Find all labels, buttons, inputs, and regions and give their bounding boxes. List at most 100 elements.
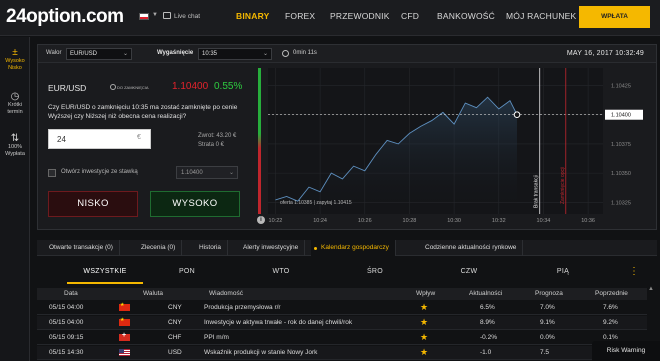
- asset-name: EUR/USD: [48, 83, 87, 93]
- impact-star-icon: ★: [420, 347, 429, 357]
- impact-star-icon: ★: [420, 302, 429, 312]
- cell-news: Produkcja przemysłowa r/r: [204, 304, 281, 311]
- y-tick-label: 1.10375: [611, 142, 631, 148]
- col-news: Wiadomość: [209, 290, 243, 297]
- deposit-button[interactable]: WPŁATA: [579, 6, 650, 28]
- chat-icon[interactable]: [163, 12, 171, 19]
- table-header: Data Waluta Wiadomość Wpływ Aktualności …: [37, 288, 647, 300]
- nav-forex[interactable]: FOREX: [285, 11, 315, 21]
- tab-alerts[interactable]: Alerty inwestycyjne: [237, 240, 306, 256]
- col-date: Data: [64, 290, 78, 297]
- y-tick-label: 1.10425: [611, 84, 631, 90]
- clock-icon: [282, 50, 289, 57]
- day-tue[interactable]: WTO: [251, 268, 311, 275]
- day-fri[interactable]: PIĄ: [533, 268, 593, 275]
- current-price-label: 1.10400: [611, 113, 631, 119]
- active-day-indicator: [67, 282, 143, 284]
- y-tick-label: 1.10325: [611, 200, 631, 206]
- sidebar-item-payout[interactable]: ⇅ 100% Wypłata: [0, 133, 30, 158]
- x-tick-label: 10:30: [447, 218, 461, 224]
- switzerland-flag-icon: [119, 332, 130, 341]
- x-tick-label: 10:36: [581, 218, 595, 224]
- bid-ask-annotation: oferta 1.10385 | zapytaj 1.10415: [280, 200, 352, 206]
- table-row[interactable]: 05/15 04:00 CNY Produkcja przemysłowa r/…: [37, 301, 647, 315]
- current-price: 1.10400: [172, 81, 209, 92]
- expiry-select-value: 10:35: [202, 51, 218, 57]
- cell-date: 05/15 04:00: [49, 304, 84, 311]
- expiry-select[interactable]: 10:35 ⌄: [198, 48, 272, 60]
- nav-binary[interactable]: BINARY: [236, 11, 269, 21]
- expiry-label: Wygaśnięcie: [157, 50, 194, 56]
- live-chat-link[interactable]: Live chat: [174, 13, 200, 20]
- nav-guide[interactable]: PRZEWODNIK: [330, 11, 390, 21]
- asset-select[interactable]: EUR/USD ⌄: [66, 48, 132, 60]
- poland-flag-icon[interactable]: [139, 13, 149, 20]
- clock-icon: ◷: [10, 91, 20, 102]
- cell-previous: 0.1%: [603, 334, 618, 341]
- cell-news: Inwestycje w aktywa trwałe - rok do dane…: [204, 319, 353, 326]
- chevron-down-icon[interactable]: ▼: [152, 12, 158, 18]
- nav-my-account[interactable]: MÓJ RACHUNEK: [506, 11, 576, 21]
- cell-currency: CNY: [168, 319, 182, 326]
- day-wed[interactable]: ŚRO: [345, 268, 405, 275]
- cell-forecast: 0.0%: [540, 334, 555, 341]
- chart-svg: 10:22 10:24 10:26 10:28 10:30 10:32 10:34 10:36…: [258, 68, 643, 224]
- cell-currency: CNY: [168, 304, 182, 311]
- sidebar-item-high-low[interactable]: ± Wysoko Nisko: [0, 47, 30, 72]
- usa-flag-icon: [119, 349, 130, 356]
- double-arrow-icon: ⇅: [10, 133, 20, 144]
- logo[interactable]: 24option.com: [6, 6, 124, 28]
- tab-history[interactable]: Historia: [193, 240, 229, 256]
- cell-date: 05/15 09:15: [49, 334, 84, 341]
- cell-news: PPI m/m: [204, 334, 229, 341]
- high-button[interactable]: WYSOKO: [150, 191, 240, 217]
- nav-banking[interactable]: BANKOWOŚĆ: [437, 11, 495, 21]
- impact-star-icon: ★: [420, 332, 429, 342]
- x-tick-label: 10:24: [313, 218, 327, 224]
- tab-orders[interactable]: Zlecenia (0): [135, 240, 183, 256]
- table-row[interactable]: 05/15 04:00 CNY Inwestycje w aktywa trwa…: [37, 316, 647, 330]
- sidebar-item-short-term[interactable]: ◷ Krótki termin: [0, 91, 30, 116]
- table-row[interactable]: 05/15 14:30 USD Wskaźnik produkcji w sta…: [37, 346, 647, 360]
- stake-input[interactable]: 24: [48, 129, 151, 149]
- open-with-stake-checkbox[interactable]: [48, 169, 56, 177]
- checkbox-label: Otwórz inwestycje ze stawką: [61, 169, 138, 175]
- col-impact: Wpływ: [416, 290, 436, 297]
- low-button[interactable]: NISKO: [48, 191, 138, 217]
- status-badge: DO ZAMKNIĘCIA: [117, 85, 149, 90]
- impact-star-icon: ★: [420, 317, 429, 327]
- strike-select[interactable]: 1.10400 ⌄: [176, 166, 238, 179]
- more-options-icon[interactable]: ⋮: [629, 266, 639, 277]
- price-change: 0.55%: [214, 81, 243, 92]
- loss-amount: Strata 0 €: [198, 142, 225, 148]
- day-all[interactable]: WSZYSTKIE: [75, 268, 135, 275]
- tab-open-trades[interactable]: Otwarte transakcje (0): [43, 240, 120, 256]
- tab-economic-calendar[interactable]: Kalendarz gospodarczy: [311, 240, 396, 256]
- strike-select-value: 1.10400: [181, 170, 203, 176]
- scroll-up-icon[interactable]: ▲: [648, 286, 654, 292]
- day-mon[interactable]: PON: [157, 268, 217, 275]
- cell-forecast: 9.1%: [540, 319, 555, 326]
- risk-warning-button[interactable]: Risk Warning: [592, 341, 660, 361]
- tab-daily-news[interactable]: Codzienne aktualności rynkowe: [419, 240, 524, 256]
- cell-actual: -1.0: [480, 349, 492, 356]
- chevron-down-icon: ⌄: [228, 170, 234, 176]
- plus-minus-icon: ±: [12, 47, 18, 58]
- cell-date: 05/15 14:30: [49, 349, 84, 356]
- currency-symbol: €: [137, 134, 141, 141]
- current-price-dot: [513, 111, 521, 119]
- cell-currency: CHF: [168, 334, 182, 341]
- price-chart[interactable]: 10:22 10:24 10:26 10:28 10:30 10:32 10:34 10:36…: [258, 64, 656, 230]
- trading-panel: Walor EUR/USD ⌄ Wygaśnięcie 10:35 ⌄ 0min 1…: [37, 44, 657, 230]
- table-row[interactable]: 05/15 09:15 CHF PPI m/m ★ -0.2% 0.0% 0.1…: [37, 331, 647, 345]
- cell-actual: -0.2%: [480, 334, 497, 341]
- asset-label: Walor: [46, 50, 62, 56]
- cell-actual: 8.9%: [480, 319, 495, 326]
- day-thu[interactable]: CZW: [439, 268, 499, 275]
- sidebar-label: Krótki: [7, 102, 23, 108]
- cell-previous: 9.2%: [603, 319, 618, 326]
- y-tick-label: 1.10350: [611, 171, 631, 177]
- sidebar: ± Wysoko Nisko ◷ Krótki termin ⇅ 100% Wy…: [0, 37, 30, 361]
- nav-cfd[interactable]: CFD: [401, 11, 419, 21]
- chevron-down-icon: ⌄: [122, 51, 128, 57]
